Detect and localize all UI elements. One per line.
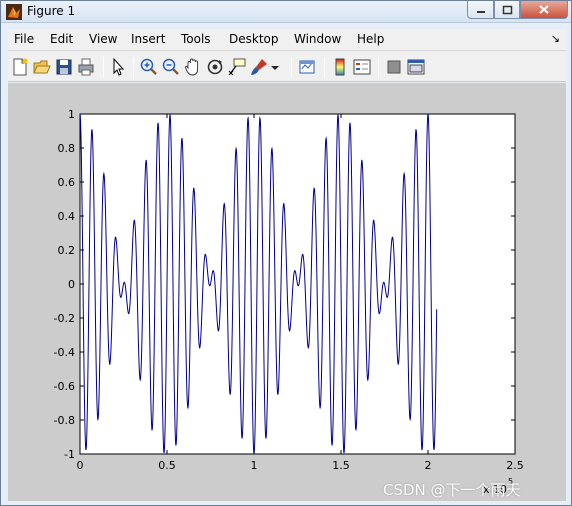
figure-toolbar xyxy=(8,52,566,82)
link-plot-icon[interactable] xyxy=(297,57,317,77)
zoom-out-icon[interactable] xyxy=(161,57,181,77)
colorbar-icon[interactable] xyxy=(330,57,350,77)
y-tick-labels: 1 0.8 0.6 0.4 0.2 0 -0.2 -0.4 -0.6 -0.8 -1 xyxy=(54,108,75,461)
menu-insert[interactable]: Insert xyxy=(131,32,165,46)
dock-arrow-icon[interactable]: ↘ xyxy=(551,32,560,45)
y-tick-label: -0.6 xyxy=(54,380,75,393)
title-bar[interactable]: Figure 1 xyxy=(1,1,571,23)
zoom-in-icon[interactable] xyxy=(139,57,159,77)
new-figure-icon[interactable] xyxy=(10,57,30,77)
open-file-icon[interactable] xyxy=(32,57,52,77)
x-tick-label: 2 xyxy=(425,459,432,472)
menu-window[interactable]: Window xyxy=(294,32,341,46)
x-tick-label: 1 xyxy=(251,459,258,472)
show-plot-tools-icon[interactable] xyxy=(406,57,426,77)
toolbar-separator xyxy=(378,57,379,77)
x-tick-label: 0 xyxy=(77,459,84,472)
y-tick-label: 0 xyxy=(68,278,75,291)
legend-icon[interactable] xyxy=(352,57,372,77)
figure-canvas: 1 0.8 0.6 0.4 0.2 0 -0.2 -0.4 -0.6 -0.8 -1 0 0.5 1 1.… xyxy=(8,83,566,501)
menu-help[interactable]: Help xyxy=(357,32,384,46)
y-tick-label: -0.2 xyxy=(54,312,75,325)
minimize-icon xyxy=(476,10,485,13)
minimize-button[interactable] xyxy=(467,1,494,19)
x-tick-label: 1.5 xyxy=(332,459,350,472)
menu-edit[interactable]: Edit xyxy=(50,32,73,46)
y-tick-label: 0.6 xyxy=(58,176,76,189)
toolbar-separator xyxy=(103,57,104,77)
y-tick-label: -0.8 xyxy=(54,414,75,427)
y-tick-label: 0.4 xyxy=(58,210,76,223)
chevron-down-icon[interactable] xyxy=(269,57,281,77)
close-icon xyxy=(539,5,549,14)
menu-bar: File Edit View Insert Tools Desktop Wind… xyxy=(8,29,566,51)
maximize-icon xyxy=(502,5,512,14)
menu-view[interactable]: View xyxy=(89,32,117,46)
toolbar-separator xyxy=(324,57,325,77)
close-button[interactable] xyxy=(520,1,568,19)
y-tick-label: 0.8 xyxy=(58,142,76,155)
figure-window: Figure 1 File Edit View Insert Tools Des… xyxy=(0,0,572,506)
maximize-button[interactable] xyxy=(494,1,520,19)
toolbar-separator xyxy=(133,57,134,77)
rotate-3d-icon[interactable] xyxy=(205,57,225,77)
x-tick-labels: 0 0.5 1 1.5 2 2.5 xyxy=(77,459,524,472)
window-title: Figure 1 xyxy=(27,4,76,18)
toolbar-separator xyxy=(291,57,292,77)
menu-desktop[interactable]: Desktop xyxy=(229,32,279,46)
print-icon[interactable] xyxy=(76,57,96,77)
plot-area[interactable]: 1 0.8 0.6 0.4 0.2 0 -0.2 -0.4 -0.6 -0.8 -1 0 0.5 1 1.… xyxy=(8,83,566,501)
menu-tools[interactable]: Tools xyxy=(181,32,211,46)
x-tick-label: 2.5 xyxy=(506,459,524,472)
watermark: CSDN @下一个雨天 xyxy=(383,481,521,499)
matlab-icon xyxy=(6,4,22,20)
y-tick-label: 0.2 xyxy=(58,244,76,257)
x-tick-label: 0.5 xyxy=(158,459,176,472)
menu-file[interactable]: File xyxy=(14,32,34,46)
y-tick-label: -0.4 xyxy=(54,346,75,359)
brush-icon[interactable] xyxy=(249,57,269,77)
data-cursor-icon[interactable] xyxy=(227,57,247,77)
y-tick-label: 1 xyxy=(68,108,75,121)
pan-icon[interactable] xyxy=(183,57,203,77)
hide-plot-tools-icon[interactable] xyxy=(384,57,404,77)
y-tick-label: -1 xyxy=(64,448,75,461)
edit-plot-icon[interactable] xyxy=(109,57,129,77)
save-icon[interactable] xyxy=(54,57,74,77)
